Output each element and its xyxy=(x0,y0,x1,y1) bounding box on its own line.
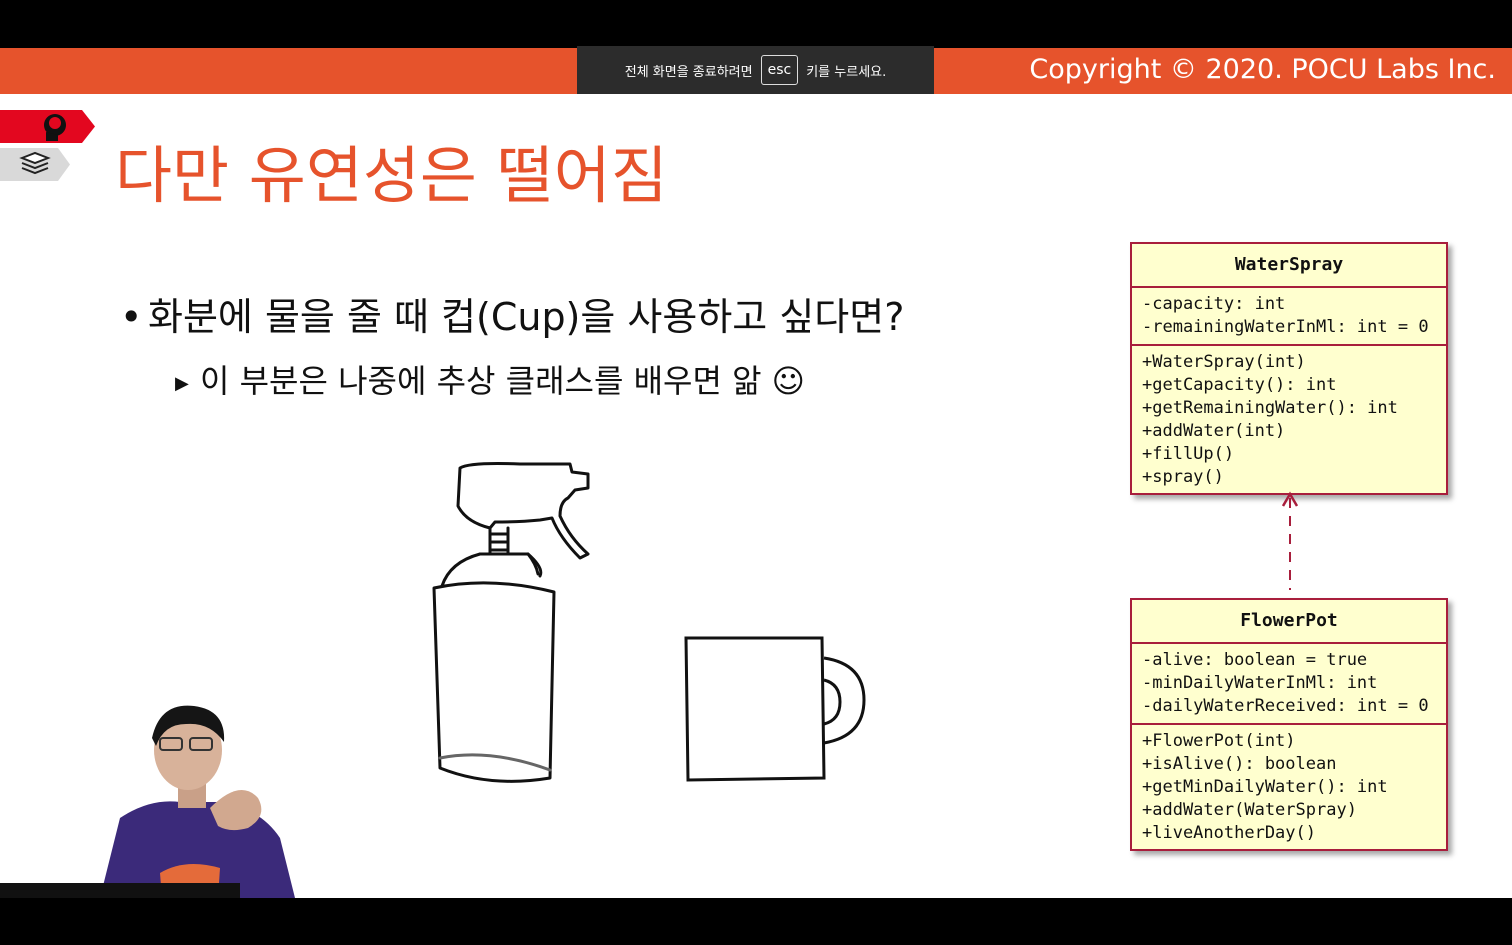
uml-attribute: -remainingWaterInMl: int = 0 xyxy=(1142,317,1429,337)
uml-method: +addWater(int) xyxy=(1142,421,1286,441)
uml-method: +fillUp() xyxy=(1142,444,1235,464)
uml-attribute: -minDailyWaterInMl: int xyxy=(1142,673,1378,693)
uml-attributes: -alive: boolean = true -minDailyWaterInM… xyxy=(1132,644,1446,725)
spray-bottle-drawing xyxy=(432,462,590,783)
slide-title: 다만 유연성은 떨어짐 xyxy=(115,139,668,212)
esc-key-hint[interactable]: esc xyxy=(760,55,799,85)
uml-methods: +WaterSpray(int) +getCapacity(): int +ge… xyxy=(1132,346,1446,494)
uml-method: +WaterSpray(int) xyxy=(1142,352,1306,372)
uml-class-waterspray: WaterSpray -capacity: int -remainingWate… xyxy=(1130,242,1448,495)
uml-methods: +FlowerPot(int) +isAlive(): boolean +get… xyxy=(1132,725,1446,850)
bullet-text: 화분에 물을 줄 때 컵(Cup)을 사용하고 싶다면? xyxy=(148,295,905,339)
presenter-desk xyxy=(0,883,240,898)
uml-class-flowerpot: FlowerPot -alive: boolean = true -minDai… xyxy=(1130,598,1448,851)
uml-method: +getRemainingWater(): int xyxy=(1142,398,1398,418)
top-letterbox xyxy=(0,0,1512,48)
bottom-letterbox xyxy=(0,898,1512,945)
bullet-point: • 화분에 물을 줄 때 컵(Cup)을 사용하고 싶다면? xyxy=(120,286,904,341)
uml-class-name: FlowerPot xyxy=(1132,600,1446,644)
cup-drawing xyxy=(684,636,866,782)
dependency-arrow xyxy=(1281,491,1299,590)
book-stack-icon xyxy=(0,148,70,181)
uml-attribute: -capacity: int xyxy=(1142,294,1286,314)
uml-method: +isAlive(): boolean xyxy=(1142,754,1337,774)
fullscreen-exit-notice: 전체 화면을 종료하려면 esc 키를 누르세요. xyxy=(577,46,934,94)
triangle-right-icon: ▶ xyxy=(175,372,189,394)
uml-method: +getCapacity(): int xyxy=(1142,375,1337,395)
notice-text-before: 전체 화면을 종료하려면 xyxy=(624,64,753,80)
notice-text-after: 키를 누르세요. xyxy=(806,64,887,80)
spray-and-cup-illustration xyxy=(432,462,866,783)
uml-attribute: -dailyWaterReceived: int = 0 xyxy=(1142,696,1429,716)
uml-attributes: -capacity: int -remainingWaterInMl: int … xyxy=(1132,288,1446,346)
slide: Copyright © 2020. POCU Labs Inc. 다만 유연성은… xyxy=(0,48,1512,898)
uml-method: +addWater(WaterSpray) xyxy=(1142,800,1357,820)
sub-bullet-point: ▶ 이 부분은 나중에 추상 클래스를 배우면 앎 ☺ xyxy=(175,356,805,402)
uml-method: +spray() xyxy=(1142,467,1224,487)
uml-method: +liveAnotherDay() xyxy=(1142,823,1316,843)
presenter-video xyxy=(100,705,295,898)
uml-class-name: WaterSpray xyxy=(1132,244,1446,288)
bullet-dot-icon: • xyxy=(120,295,143,339)
brain-head-icon xyxy=(0,110,95,143)
sub-bullet-text: 이 부분은 나중에 추상 클래스를 배우면 앎 ☺ xyxy=(200,362,806,400)
uml-method: +getMinDailyWater(): int xyxy=(1142,777,1388,797)
uml-attribute: -alive: boolean = true xyxy=(1142,650,1368,670)
uml-method: +FlowerPot(int) xyxy=(1142,731,1296,751)
copyright-text: Copyright © 2020. POCU Labs Inc. xyxy=(1029,54,1496,85)
